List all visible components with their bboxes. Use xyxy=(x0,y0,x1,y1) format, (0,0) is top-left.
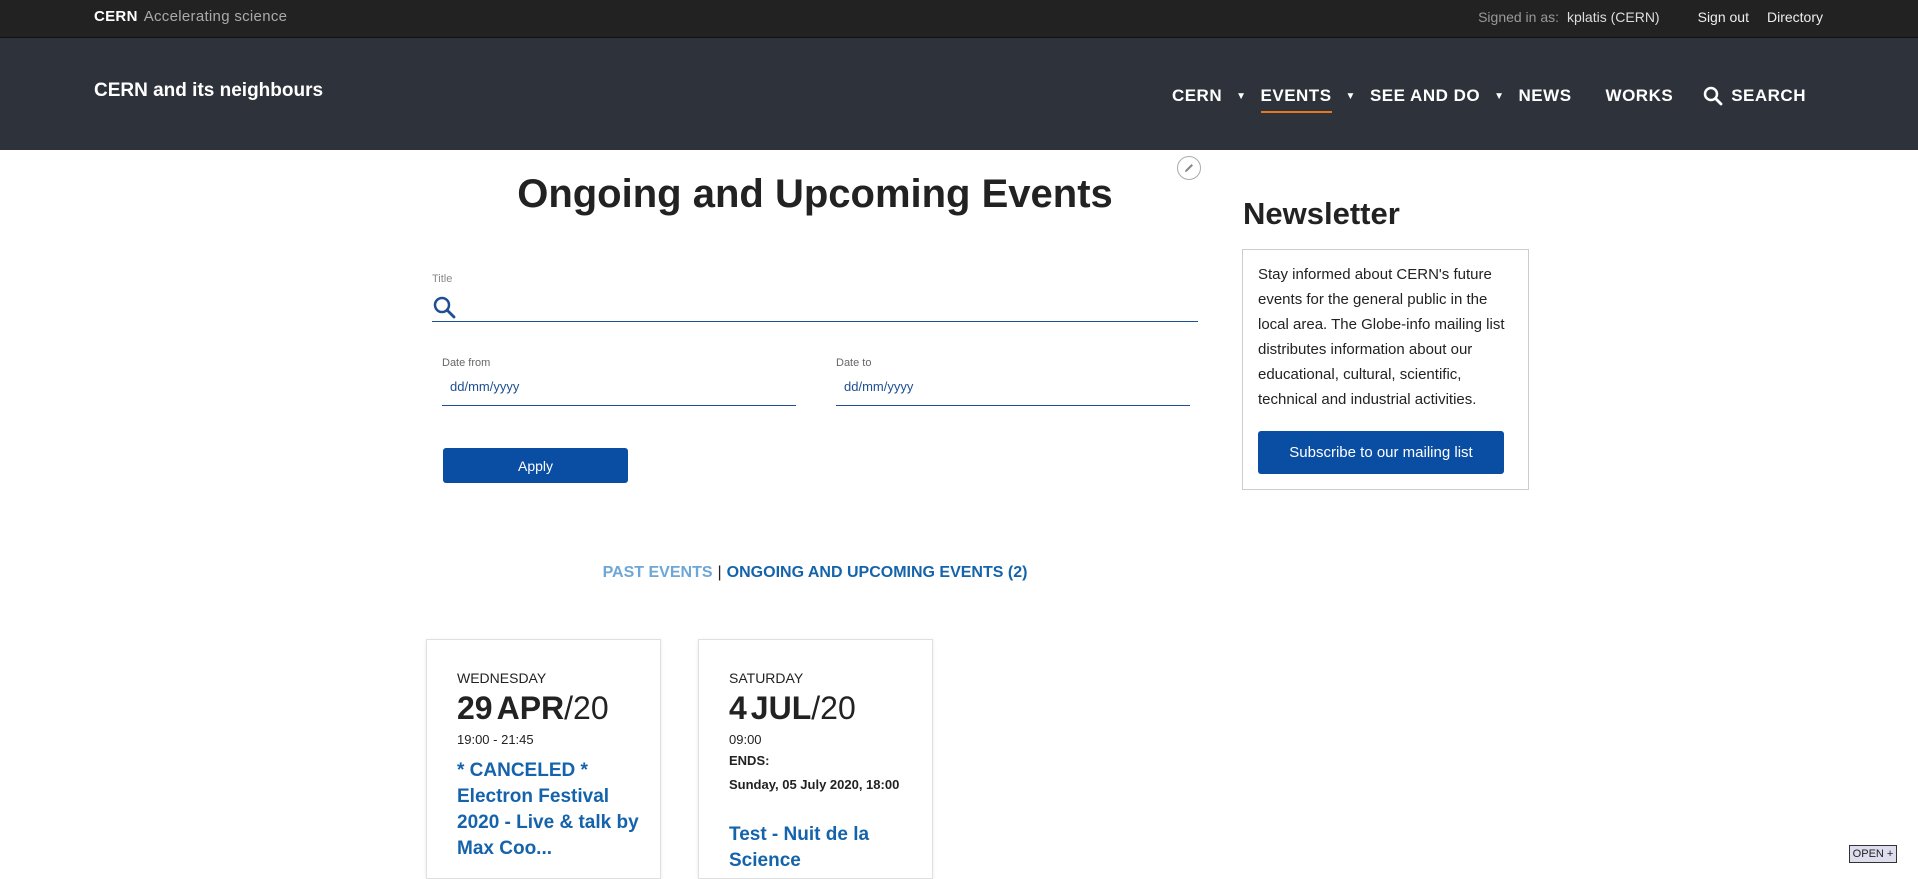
date-to-field[interactable] xyxy=(836,374,1190,406)
date-from-field[interactable] xyxy=(442,374,796,406)
newsletter-title: Newsletter xyxy=(1243,196,1400,231)
nav-item-see-and-do[interactable]: SEE AND DO ▼ xyxy=(1370,86,1505,106)
cern-tagline[interactable]: Accelerating science xyxy=(144,8,288,25)
caret-down-icon[interactable]: ▼ xyxy=(1494,91,1504,102)
nav-label: SEARCH xyxy=(1731,86,1806,105)
sign-out-link[interactable]: Sign out xyxy=(1698,9,1749,25)
event-ends-label: ENDS: xyxy=(729,753,770,768)
nav-label: NEWS xyxy=(1518,86,1572,105)
nav-item-news[interactable]: NEWS xyxy=(1519,86,1572,106)
date-to-label: Date to xyxy=(836,357,872,369)
nav-item-search[interactable]: SEARCH xyxy=(1703,86,1806,106)
signed-in-user: kplatis (CERN) xyxy=(1567,9,1660,25)
event-year: /20 xyxy=(564,690,609,726)
caret-down-icon[interactable]: ▼ xyxy=(1236,91,1246,102)
newsletter-box: Stay informed about CERN's future events… xyxy=(1242,249,1529,490)
event-card[interactable]: SATURDAY 4 JUL/20 09:00 ENDS: Sunday, 05 … xyxy=(698,639,933,879)
title-filter-label: Title xyxy=(432,273,453,285)
event-month: APR xyxy=(496,690,565,726)
search-icon xyxy=(1703,86,1723,106)
cern-logo-text[interactable]: CERN xyxy=(94,8,138,25)
site-title[interactable]: CERN and its neighbours xyxy=(94,80,323,102)
event-title-link[interactable]: * CANCELED * Electron Festival 2020 - Li… xyxy=(457,758,642,862)
nav-label: EVENTS xyxy=(1260,86,1332,113)
nav-label: SEE AND DO xyxy=(1369,86,1481,105)
event-time: 09:00 xyxy=(729,732,762,747)
event-date: 4 JUL/20 xyxy=(729,690,856,727)
nav-label: WORKS xyxy=(1605,86,1674,105)
page-title: Ongoing and Upcoming Events xyxy=(517,172,1113,216)
tab-ongoing-upcoming-events[interactable]: ONGOING AND UPCOMING EVENTS (2) xyxy=(727,564,1028,581)
nav-item-works[interactable]: WORKS xyxy=(1606,86,1674,106)
event-day-number: 4 xyxy=(729,690,747,726)
tab-separator: | xyxy=(717,564,722,581)
event-weekday: WEDNESDAY xyxy=(457,670,547,686)
subscribe-button[interactable]: Subscribe to our mailing list xyxy=(1258,431,1504,474)
newsletter-description: Stay informed about CERN's future events… xyxy=(1258,266,1505,408)
toolbar-user-area: Signed in as: kplatis (CERN) Sign out Di… xyxy=(1478,9,1823,25)
event-title-link[interactable]: Test - Nuit de la Science xyxy=(729,822,914,874)
date-from-input[interactable] xyxy=(448,378,782,395)
title-search-field[interactable] xyxy=(432,290,1198,322)
directory-link[interactable]: Directory xyxy=(1767,9,1823,25)
signed-in-label: Signed in as: xyxy=(1478,9,1560,25)
caret-down-icon[interactable]: ▼ xyxy=(1346,91,1356,102)
nav-item-events[interactable]: EVENTS ▼ xyxy=(1260,86,1356,113)
date-from-label: Date from xyxy=(442,357,491,369)
cern-brand[interactable]: CERN Accelerating science xyxy=(94,8,287,25)
event-card[interactable]: WEDNESDAY 29 APR/20 19:00 - 21:45 * CANCE… xyxy=(426,639,661,879)
date-to-input[interactable] xyxy=(842,378,1176,395)
apply-button[interactable]: Apply xyxy=(443,448,628,483)
main-nav: CERN ▼ EVENTS ▼ SEE AND DO ▼ NEWS WORKS … xyxy=(1138,86,1806,113)
nav-label: CERN xyxy=(1171,86,1223,105)
event-time: 19:00 - 21:45 xyxy=(457,732,534,747)
event-year: /20 xyxy=(811,690,856,726)
event-date: 29 APR/20 xyxy=(457,690,609,727)
event-day-number: 29 xyxy=(457,690,493,726)
open-panel-button[interactable]: OPEN + xyxy=(1849,845,1897,863)
event-ends-value: Sunday, 05 July 2020, 18:00 xyxy=(729,777,900,792)
search-icon xyxy=(433,296,456,319)
event-weekday: SATURDAY xyxy=(729,670,804,686)
nav-item-cern[interactable]: CERN ▼ xyxy=(1172,86,1247,106)
tab-past-events[interactable]: PAST EVENTS xyxy=(603,564,713,581)
cern-toolbar: CERN Accelerating science Signed in as: k… xyxy=(0,0,1918,38)
site-header: CERN and its neighbours CERN ▼ EVENTS ▼ … xyxy=(0,38,1918,150)
title-search-input[interactable] xyxy=(464,294,1188,320)
event-month: JUL xyxy=(750,690,812,726)
events-filter-tabs: PAST EVENTS | ONGOING AND UPCOMING EVENTS … xyxy=(430,564,1200,582)
